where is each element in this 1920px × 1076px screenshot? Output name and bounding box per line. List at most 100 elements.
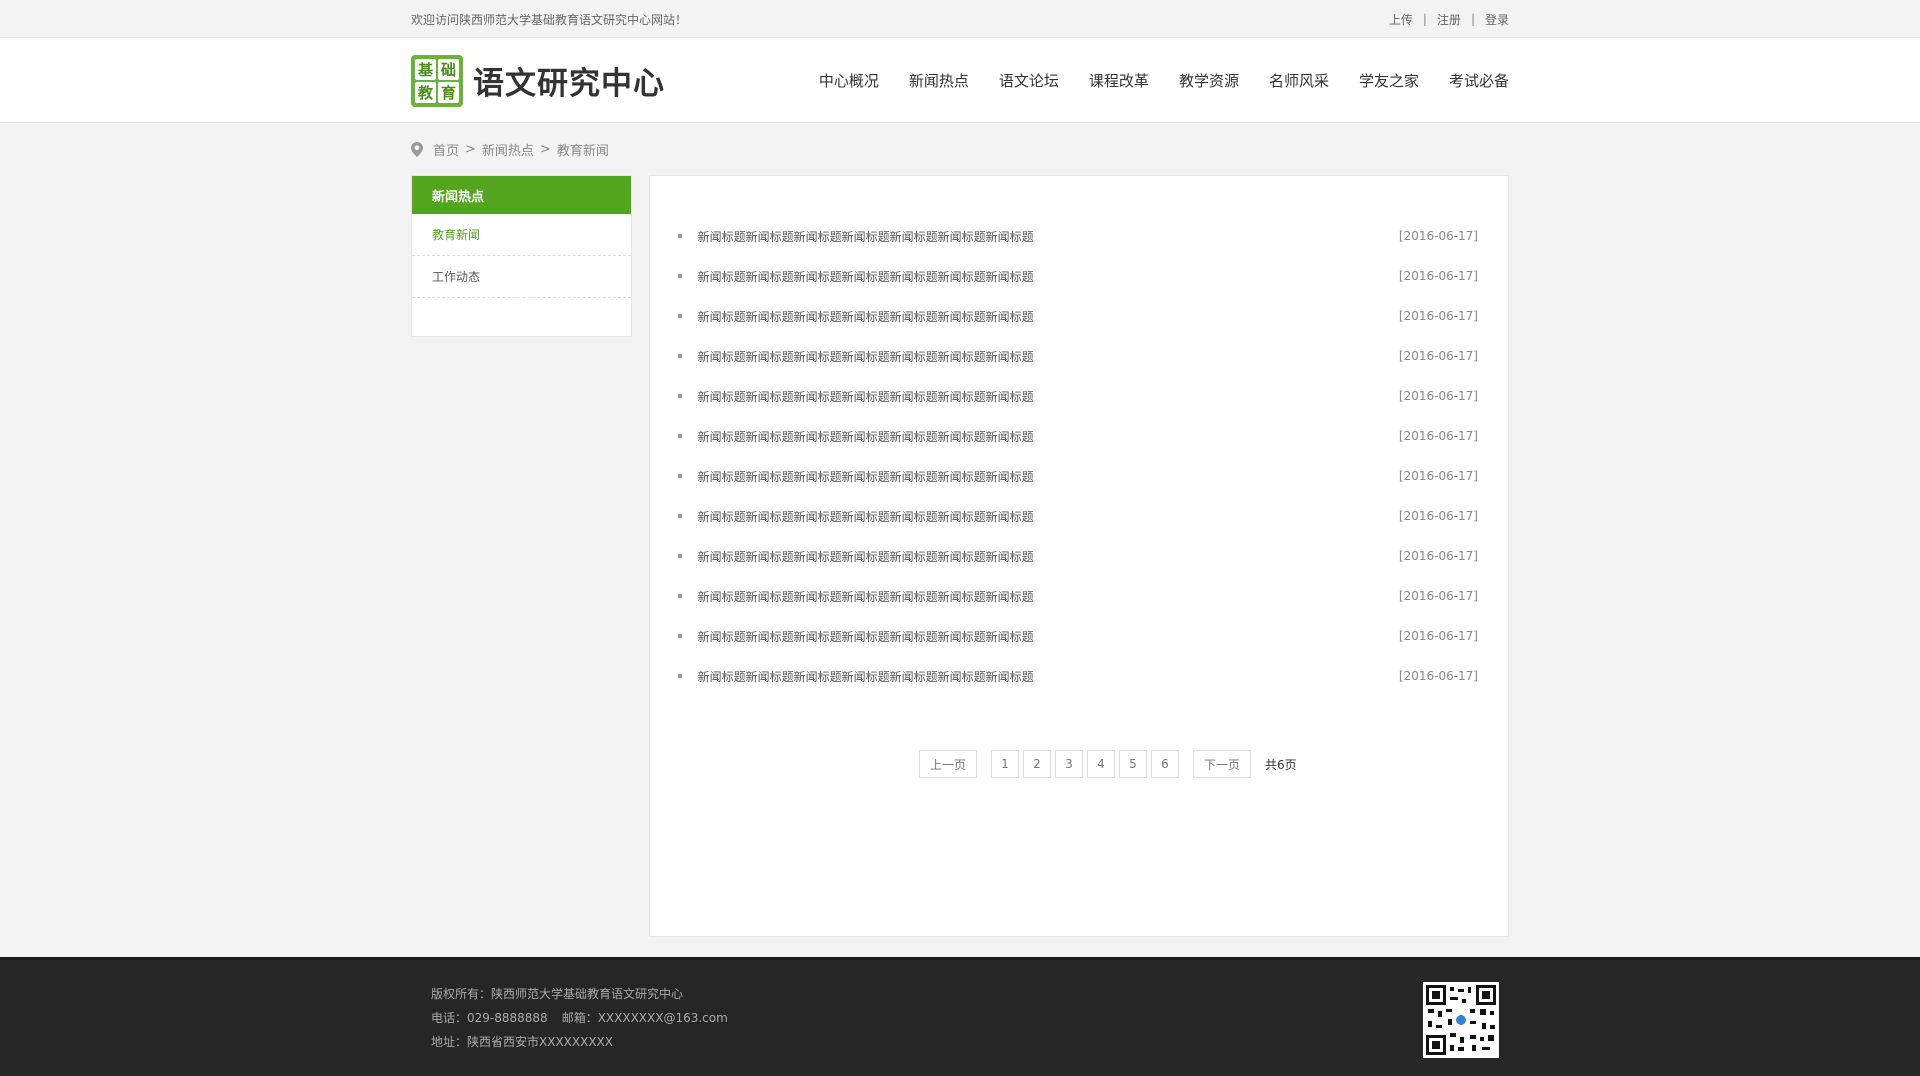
news-date: [2016-06-17]	[1398, 629, 1478, 643]
site-header: 基 础 教 育 语文研究中心 中心概况 新闻热点 语文论坛 课程改革 教学资源 …	[0, 38, 1920, 123]
bullet-icon	[677, 434, 682, 438]
page-button-3[interactable]: 3	[1054, 750, 1083, 778]
news-title-link[interactable]: 新闻标题新闻标题新闻标题新闻标题新闻标题新闻标题新闻标题	[698, 348, 1034, 365]
pagination: 上一页 1 2 3 4 5 6 下一页 共6页	[738, 750, 1478, 778]
welcome-text: 欢迎访问陕西师范大学基础教育语文研究中心网站！	[411, 12, 688, 27]
news-title-link[interactable]: 新闻标题新闻标题新闻标题新闻标题新闻标题新闻标题新闻标题	[698, 628, 1034, 645]
list-item: 新闻标题新闻标题新闻标题新闻标题新闻标题新闻标题新闻标题 [2016-06-17]	[677, 536, 1478, 576]
footer-copyright: 版权所有：陕西师范大学基础教育语文研究中心	[431, 987, 684, 1001]
divider: |	[1470, 12, 1475, 26]
list-item: 新闻标题新闻标题新闻标题新闻标题新闻标题新闻标题新闻标题 [2016-06-17]	[677, 376, 1478, 416]
site-title: 语文研究中心	[473, 66, 665, 102]
news-title-link[interactable]: 新闻标题新闻标题新闻标题新闻标题新闻标题新闻标题新闻标题	[698, 308, 1034, 325]
site-footer: 版权所有：陕西师范大学基础教育语文研究中心 电话：029-8888888 邮箱：X…	[0, 957, 1920, 1076]
bullet-icon	[677, 354, 682, 358]
news-title-link[interactable]: 新闻标题新闻标题新闻标题新闻标题新闻标题新闻标题新闻标题	[698, 468, 1034, 485]
nav-item-news[interactable]: 新闻热点	[909, 70, 969, 91]
news-date: [2016-06-17]	[1398, 509, 1478, 523]
breadcrumb-separator: >	[539, 141, 551, 157]
breadcrumb: 首页 > 新闻热点 > 教育新闻	[411, 123, 1509, 175]
news-title-link[interactable]: 新闻标题新闻标题新闻标题新闻标题新闻标题新闻标题新闻标题	[698, 428, 1034, 445]
bullet-icon	[677, 274, 682, 278]
news-list: 新闻标题新闻标题新闻标题新闻标题新闻标题新闻标题新闻标题 [2016-06-17]…	[677, 216, 1478, 696]
logo-char: 础	[438, 58, 459, 80]
nav-item-resources[interactable]: 教学资源	[1179, 70, 1239, 91]
list-item: 新闻标题新闻标题新闻标题新闻标题新闻标题新闻标题新闻标题 [2016-06-17]	[677, 336, 1478, 376]
list-item: 新闻标题新闻标题新闻标题新闻标题新闻标题新闻标题新闻标题 [2016-06-17]	[677, 496, 1478, 536]
news-title-link[interactable]: 新闻标题新闻标题新闻标题新闻标题新闻标题新闻标题新闻标题	[698, 268, 1034, 285]
footer-address: 地址：陕西省西安市XXXXXXXXX	[431, 1035, 613, 1049]
prev-page-button[interactable]: 上一页	[918, 750, 977, 778]
news-title-link[interactable]: 新闻标题新闻标题新闻标题新闻标题新闻标题新闻标题新闻标题	[698, 548, 1034, 565]
nav-item-forum[interactable]: 语文论坛	[999, 70, 1059, 91]
logo-char: 育	[438, 81, 459, 103]
upload-link[interactable]: 上传	[1389, 11, 1413, 28]
top-bar: 欢迎访问陕西师范大学基础教育语文研究中心网站！ 上传 | 注册 | 登录	[0, 0, 1920, 38]
news-title-link[interactable]: 新闻标题新闻标题新闻标题新闻标题新闻标题新闻标题新闻标题	[698, 588, 1034, 605]
breadcrumb-news[interactable]: 新闻热点	[482, 140, 534, 159]
list-item: 新闻标题新闻标题新闻标题新闻标题新闻标题新闻标题新闻标题 [2016-06-17]	[677, 416, 1478, 456]
news-date: [2016-06-17]	[1398, 389, 1478, 403]
page-button-5[interactable]: 5	[1118, 750, 1147, 778]
news-date: [2016-06-17]	[1398, 429, 1478, 443]
news-title-link[interactable]: 新闻标题新闻标题新闻标题新闻标题新闻标题新闻标题新闻标题	[698, 668, 1034, 685]
register-link[interactable]: 注册	[1437, 11, 1461, 28]
next-page-button[interactable]: 下一页	[1192, 750, 1251, 778]
news-title-link[interactable]: 新闻标题新闻标题新闻标题新闻标题新闻标题新闻标题新闻标题	[698, 228, 1034, 245]
sidebar-title: 新闻热点	[412, 176, 631, 214]
footer-email: 邮箱：XXXXXXXX@163.com	[561, 1011, 728, 1025]
bullet-icon	[677, 474, 682, 478]
page-button-6[interactable]: 6	[1150, 750, 1179, 778]
logo-char: 基	[415, 58, 436, 80]
news-title-link[interactable]: 新闻标题新闻标题新闻标题新闻标题新闻标题新闻标题新闻标题	[698, 508, 1034, 525]
list-item: 新闻标题新闻标题新闻标题新闻标题新闻标题新闻标题新闻标题 [2016-06-17]	[677, 576, 1478, 616]
list-item: 新闻标题新闻标题新闻标题新闻标题新闻标题新闻标题新闻标题 [2016-06-17]	[677, 656, 1478, 696]
news-panel: 新闻标题新闻标题新闻标题新闻标题新闻标题新闻标题新闻标题 [2016-06-17]…	[648, 175, 1509, 937]
sidebar-item-education-news[interactable]: 教育新闻	[412, 214, 631, 256]
bullet-icon	[677, 394, 682, 398]
list-item: 新闻标题新闻标题新闻标题新闻标题新闻标题新闻标题新闻标题 [2016-06-17]	[677, 216, 1478, 256]
logo-char: 教	[415, 81, 436, 103]
list-item: 新闻标题新闻标题新闻标题新闻标题新闻标题新闻标题新闻标题 [2016-06-17]	[677, 296, 1478, 336]
bullet-icon	[677, 314, 682, 318]
news-date: [2016-06-17]	[1398, 229, 1478, 243]
breadcrumb-separator: >	[465, 141, 476, 157]
bullet-icon	[677, 514, 682, 518]
nav-item-friends[interactable]: 学友之家	[1359, 70, 1419, 91]
bullet-icon	[677, 594, 682, 598]
page-button-4[interactable]: 4	[1086, 750, 1115, 778]
login-link[interactable]: 登录	[1485, 11, 1509, 28]
bullet-icon	[677, 234, 682, 238]
news-date: [2016-06-17]	[1398, 469, 1478, 483]
site-logo[interactable]: 基 础 教 育 语文研究中心	[411, 54, 665, 107]
news-date: [2016-06-17]	[1398, 349, 1478, 363]
news-date: [2016-06-17]	[1398, 269, 1478, 283]
divider: |	[1422, 12, 1427, 26]
location-pin-icon	[411, 141, 423, 157]
list-item: 新闻标题新闻标题新闻标题新闻标题新闻标题新闻标题新闻标题 [2016-06-17]	[677, 256, 1478, 296]
nav-item-curriculum[interactable]: 课程改革	[1089, 70, 1149, 91]
qr-code-icon	[1423, 982, 1499, 1058]
footer-phone: 电话：029-8888888	[431, 1011, 548, 1025]
news-date: [2016-06-17]	[1398, 309, 1478, 323]
nav-item-exams[interactable]: 考试必备	[1449, 70, 1509, 91]
list-item: 新闻标题新闻标题新闻标题新闻标题新闻标题新闻标题新闻标题 [2016-06-17]	[677, 456, 1478, 496]
bullet-icon	[677, 674, 682, 678]
nav-item-overview[interactable]: 中心概况	[819, 70, 879, 91]
news-date: [2016-06-17]	[1398, 549, 1478, 563]
main-nav: 中心概况 新闻热点 语文论坛 课程改革 教学资源 名师风采 学友之家 考试必备	[789, 70, 1509, 91]
sidebar: 新闻热点 教育新闻 工作动态	[411, 175, 632, 337]
news-title-link[interactable]: 新闻标题新闻标题新闻标题新闻标题新闻标题新闻标题新闻标题	[698, 388, 1034, 405]
bullet-icon	[677, 634, 682, 638]
page-button-2[interactable]: 2	[1022, 750, 1051, 778]
list-item: 新闻标题新闻标题新闻标题新闻标题新闻标题新闻标题新闻标题 [2016-06-17]	[677, 616, 1478, 656]
news-date: [2016-06-17]	[1398, 669, 1478, 683]
bullet-icon	[677, 554, 682, 558]
page-button-1[interactable]: 1	[990, 750, 1019, 778]
breadcrumb-home[interactable]: 首页	[433, 140, 459, 159]
nav-item-teachers[interactable]: 名师风采	[1269, 70, 1329, 91]
breadcrumb-current[interactable]: 教育新闻	[557, 140, 609, 159]
sidebar-item-work-updates[interactable]: 工作动态	[412, 256, 631, 298]
page-total: 共6页	[1264, 757, 1297, 772]
footer-info: 版权所有：陕西师范大学基础教育语文研究中心 电话：029-8888888 邮箱：X…	[431, 982, 728, 1054]
